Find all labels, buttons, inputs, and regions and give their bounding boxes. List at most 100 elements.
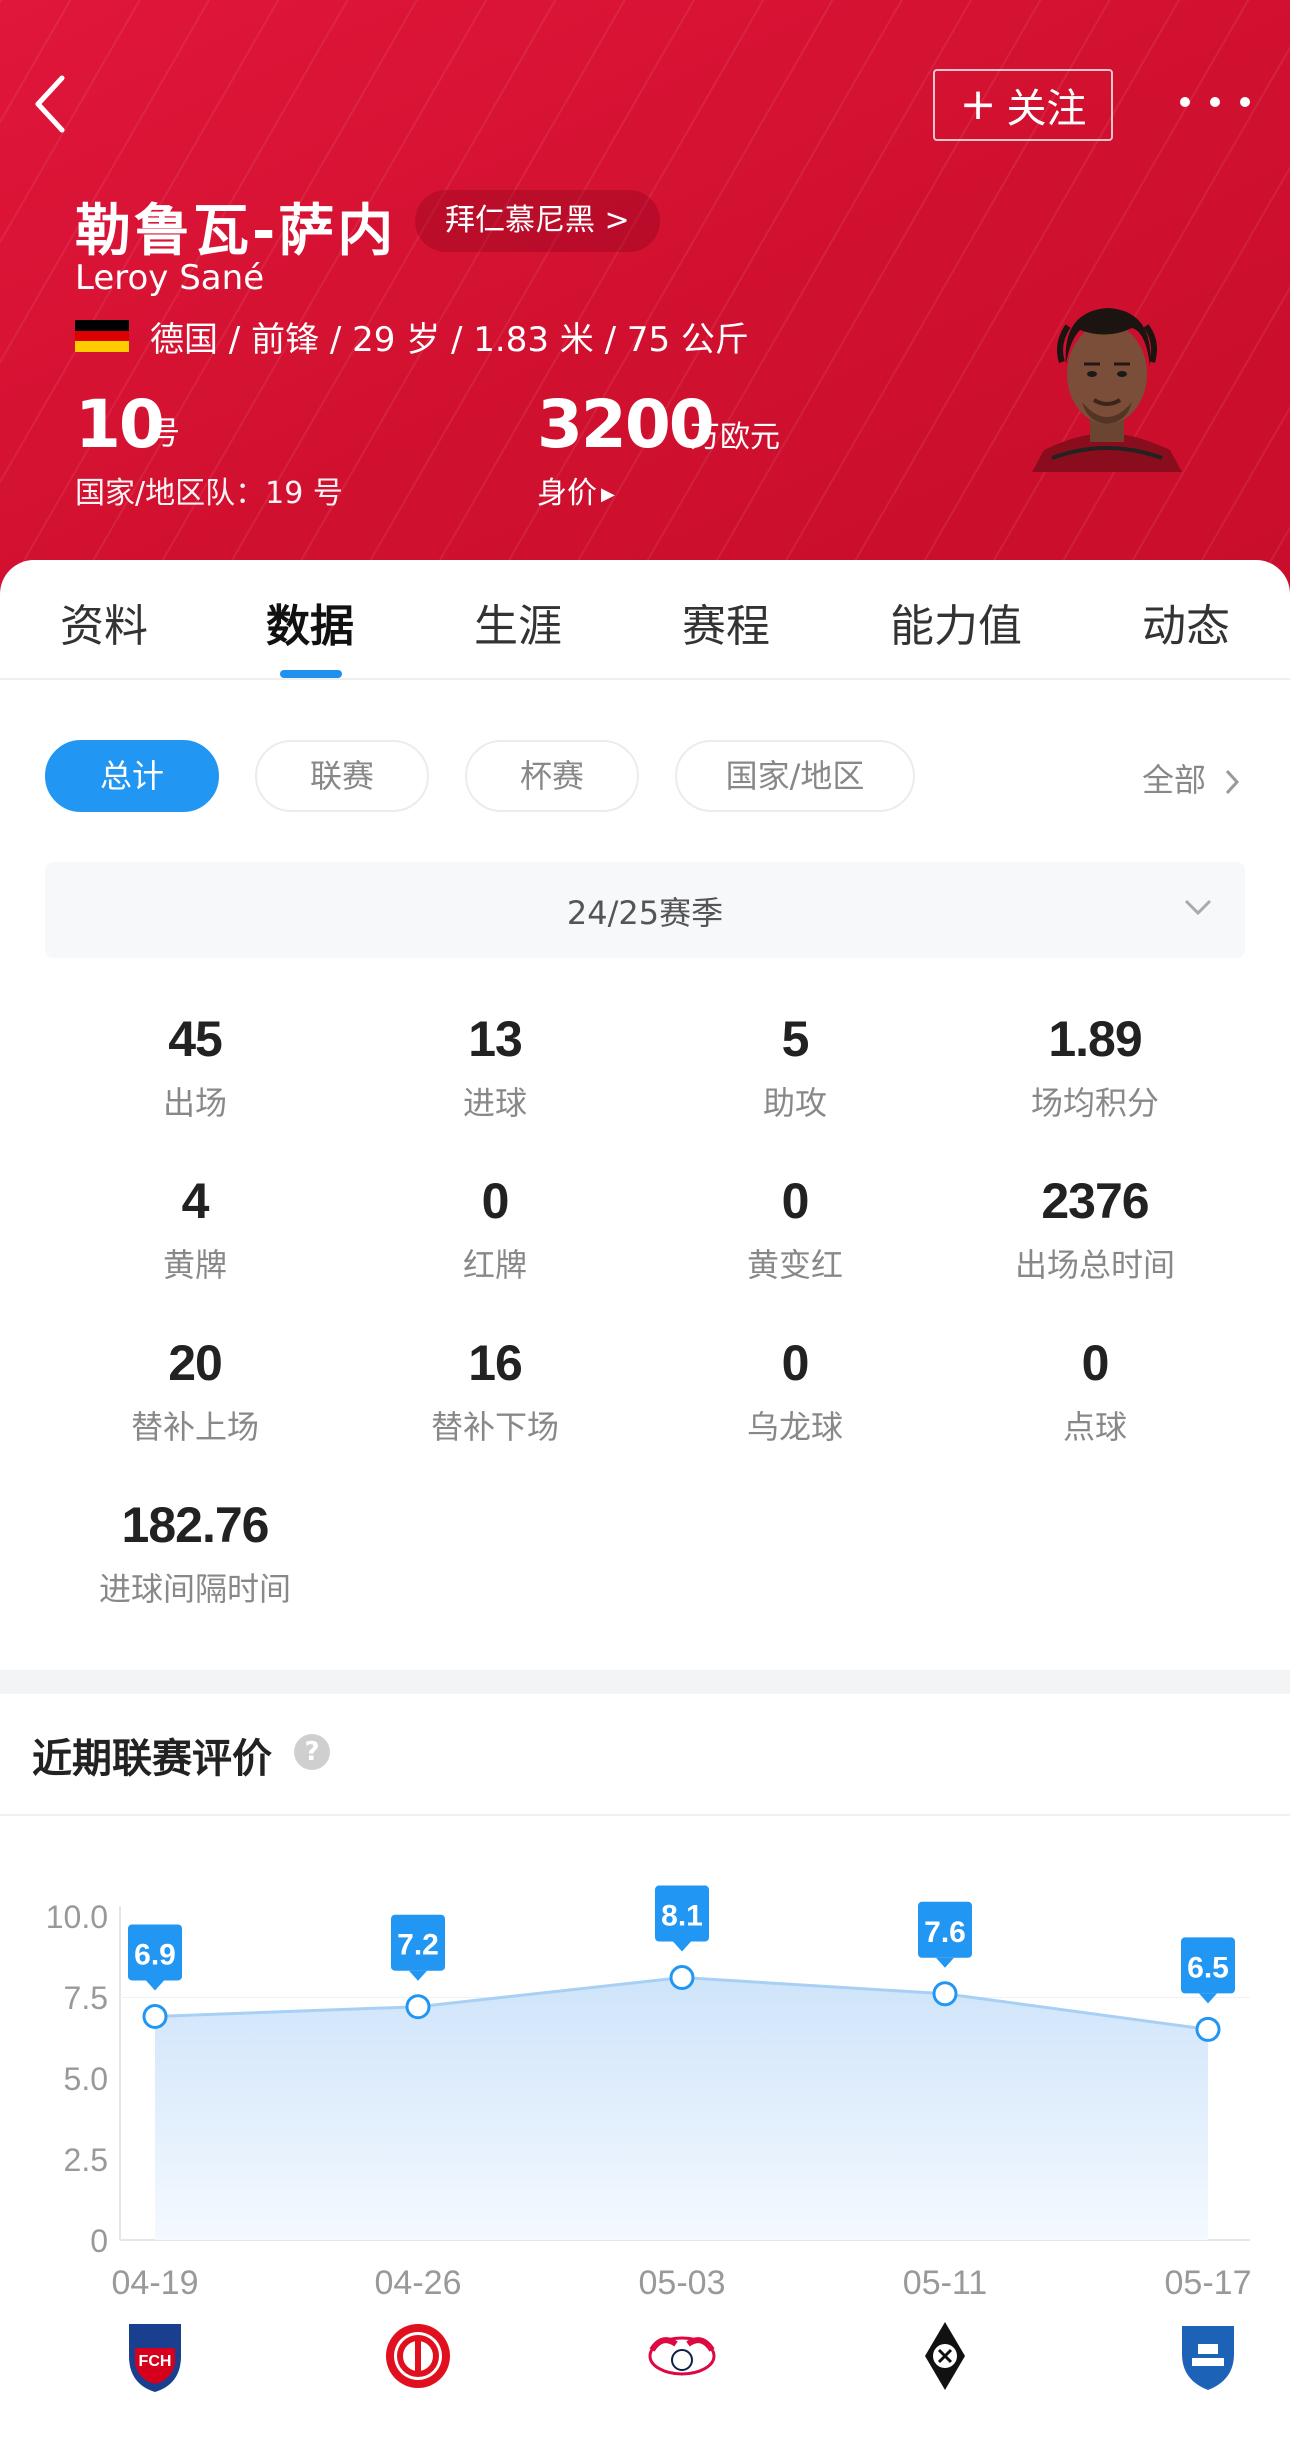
stat-label: 出场 [162,1084,227,1122]
market-value-unit: 万欧元 [690,420,780,455]
tab-career[interactable]: 生涯 [474,590,562,654]
y-tick-label: 10.0 [46,1899,108,1935]
national-team-number: 国家/地区队：19 号 [75,476,343,511]
heidenheim-logo: FCH [129,2324,181,2392]
data-badge-pointer [409,1970,427,1981]
filter-total[interactable]: 总计 [45,740,219,812]
filter-all-link[interactable]: 全部 [1142,755,1242,801]
gladbach-logo [925,2322,965,2390]
market-value: 3200 [537,386,715,463]
player-info-line: 德国 / 前锋 / 29 岁 / 1.83 米 / 75 公斤 [150,320,749,360]
svg-text:FCH: FCH [139,2353,172,2370]
stat-item: 0 黄变红 [645,1172,945,1286]
stat-value: 16 [468,1335,523,1391]
data-badge-pointer [673,1941,691,1952]
stat-item: 0 乌龙球 [645,1334,945,1448]
plus-icon: + [959,79,997,130]
back-button[interactable] [30,72,80,142]
more-dot-icon [1180,97,1190,107]
follow-button[interactable]: + 关注 [933,69,1113,141]
y-tick-label: 0 [90,2223,108,2259]
stat-value: 0 [1081,1335,1110,1391]
stat-label: 进球 [462,1084,527,1122]
stat-value: 2376 [1041,1173,1149,1229]
stat-value: 0 [481,1173,510,1229]
tab-news[interactable]: 动态 [1142,590,1230,654]
club-link[interactable]: 拜仁慕尼黑 > [415,190,660,252]
stat-item: 45 出场 [45,1010,345,1124]
follow-label: 关注 [1006,86,1087,132]
tab-stats[interactable]: 数据 [266,590,354,654]
x-tick-label: 04-26 [375,2264,462,2302]
rating-panel: 近期联赛评价 ? 0 2.5 5.0 7.5 10.0 6.9 04-19 7.2 04-26 8… [0,1694,1290,2442]
x-tick-label: 04-19 [112,2264,199,2302]
stat-label: 黄变红 [746,1246,843,1284]
y-tick-label: 2.5 [64,2142,108,2178]
y-tick-label: 7.5 [64,1980,108,2016]
data-point [1195,2016,1221,2042]
stat-label: 黄牌 [162,1246,227,1284]
caret-right-icon: ▶ [601,484,615,505]
player-avatar [1032,308,1182,472]
chevron-down-icon [1184,899,1212,916]
stat-label: 红牌 [462,1246,527,1284]
stat-label: 点球 [1062,1408,1127,1446]
filter-cup[interactable]: 杯赛 [465,740,639,812]
stat-value: 20 [168,1335,223,1391]
data-label: 7.6 [924,1916,966,1949]
player-header: + 关注 勒鲁瓦-萨内 拜仁慕尼黑 > Leroy Sané 德国 / 前锋 /… [0,0,1290,620]
more-dot-icon [1240,97,1250,107]
stat-value: 0 [781,1173,810,1229]
data-badge-pointer [146,1980,164,1991]
tab-profile[interactable]: 资料 [60,590,148,654]
season-dropdown[interactable]: 24/25赛季 [45,862,1245,958]
chevron-right-icon [1226,769,1240,795]
chevron-left-icon [35,75,65,133]
stat-label: 场均积分 [1030,1084,1159,1122]
stat-value: 0 [781,1335,810,1391]
data-label: 6.9 [134,1938,176,1971]
stat-item: 0 点球 [945,1334,1245,1448]
filter-league[interactable]: 联赛 [255,740,429,812]
stat-label: 助攻 [762,1084,827,1122]
tab-ability[interactable]: 能力值 [890,590,1022,654]
stat-item: 4 黄牌 [45,1172,345,1286]
stat-item: 2376 出场总时间 [945,1172,1245,1286]
stat-item: 0 红牌 [345,1172,645,1286]
data-point [142,2003,168,2029]
y-tick-label: 5.0 [64,2061,108,2097]
x-tick-label: 05-17 [1165,2264,1252,2302]
active-tab-indicator [280,670,342,678]
player-name-cn: 勒鲁瓦-萨内 [75,199,397,264]
market-value-link[interactable]: 身价 ▶ [537,468,615,512]
stat-item: 13 进球 [345,1010,645,1124]
stat-value: 5 [781,1011,810,1067]
rating-chart: 0 2.5 5.0 7.5 10.0 6.9 04-19 7.2 04-26 8.1 05-03 7.… [46,1885,1252,2392]
stat-label: 进球间隔时间 [98,1570,291,1608]
data-badge-pointer [1199,1993,1217,2004]
tab-schedule[interactable]: 赛程 [682,590,770,654]
leipzig-logo [648,2336,716,2376]
x-tick-label: 05-11 [903,2264,987,2302]
data-label: 7.2 [397,1929,439,1962]
data-point [932,1981,958,2007]
filter-national[interactable]: 国家/地区 [675,740,915,812]
stat-label: 出场总时间 [1014,1246,1175,1284]
filter-all-label: 全部 [1142,761,1207,799]
more-options-button[interactable] [1180,82,1250,122]
data-badge-pointer [936,1957,954,1968]
stat-label: 乌龙球 [746,1408,843,1446]
stat-item: 16 替补下场 [345,1334,645,1448]
stat-value: 13 [468,1011,523,1067]
stat-item: 20 替补上场 [45,1334,345,1448]
stat-label: 替补上场 [130,1408,259,1446]
hoffenheim-logo [1182,2326,1234,2390]
germany-flag-icon [75,320,129,352]
stat-value: 45 [168,1011,223,1067]
season-label: 24/25赛季 [566,894,724,932]
data-point [405,1994,431,2020]
data-label: 8.1 [661,1900,703,1933]
stat-value: 182.76 [121,1497,270,1553]
data-point [669,1965,695,1991]
stats-panel: 总计 联赛 杯赛 国家/地区 全部 24/25赛季 45 出场 13 进球 5 助攻 1.8… [0,680,1290,1670]
